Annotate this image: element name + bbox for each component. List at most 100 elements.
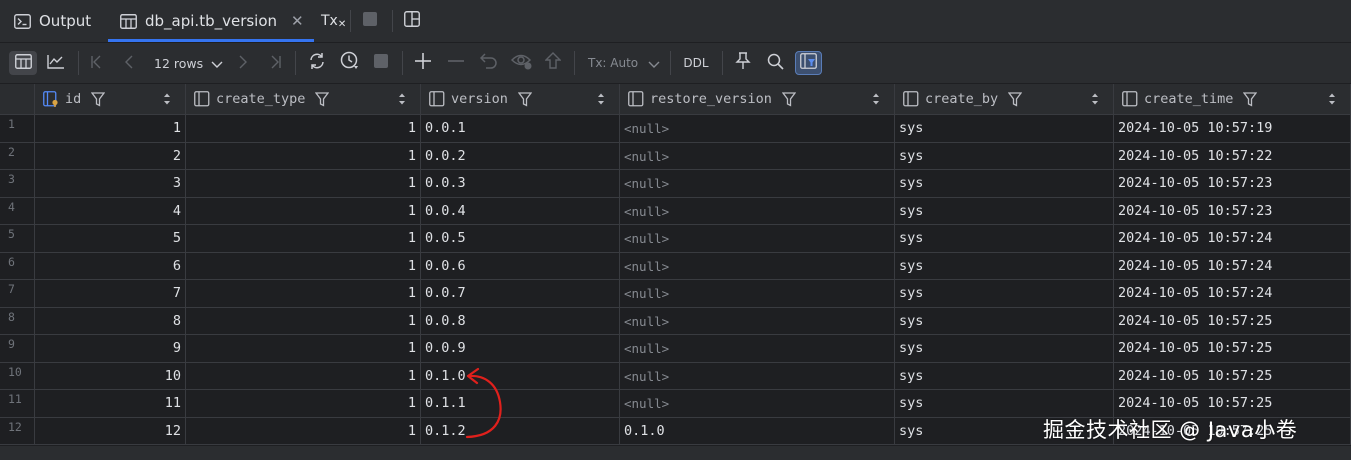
table-row[interactable]: 7 7 1 0.0.7 <null> sys 2024-10-05 10:57:24 — [0, 280, 1351, 308]
cell-restore-version[interactable]: <null> — [620, 280, 895, 308]
table-row[interactable]: 2 2 1 0.0.2 <null> sys 2024-10-05 10:57:22 — [0, 142, 1351, 170]
add-row-button[interactable] — [410, 51, 436, 75]
cell-id[interactable]: 4 — [35, 197, 186, 225]
cell-version[interactable]: 0.0.1 — [421, 115, 620, 143]
search-button[interactable] — [763, 51, 787, 75]
cell-create-type[interactable]: 1 — [186, 197, 421, 225]
cell-create-by[interactable]: sys — [895, 142, 1114, 170]
value-viewer-toggle[interactable] — [795, 51, 822, 75]
transaction-tab-button[interactable]: Tx ✕ — [321, 0, 346, 42]
cell-create-type[interactable]: 1 — [186, 170, 421, 198]
page-size-dropdown[interactable]: 12 rows — [148, 51, 228, 75]
refresh-button[interactable] — [304, 51, 330, 75]
cell-create-time[interactable]: 2024-10-05 10:57:23 — [1114, 170, 1351, 198]
column-header-restore-version[interactable]: restore_version — [620, 84, 895, 115]
cell-version[interactable]: 0.0.8 — [421, 307, 620, 335]
cell-id[interactable]: 7 — [35, 280, 186, 308]
sort-icon[interactable] — [597, 92, 605, 106]
cell-version[interactable]: 0.1.1 — [421, 390, 620, 418]
cell-version[interactable]: 0.0.3 — [421, 170, 620, 198]
pin-tab-button[interactable] — [731, 51, 755, 75]
cell-create-time[interactable]: 2024-10-05 10:57:24 — [1114, 280, 1351, 308]
cell-create-by[interactable]: sys — [895, 307, 1114, 335]
cell-restore-version[interactable]: <null> — [620, 197, 895, 225]
cell-create-time[interactable]: 2024-10-05 10:57:19 — [1114, 115, 1351, 143]
table-row[interactable]: 4 4 1 0.0.4 <null> sys 2024-10-05 10:57:23 — [0, 197, 1351, 225]
column-header-create-by[interactable]: create_by — [895, 84, 1114, 115]
cell-restore-version[interactable]: <null> — [620, 170, 895, 198]
cell-restore-version[interactable]: <null> — [620, 390, 895, 418]
table-row[interactable]: 3 3 1 0.0.3 <null> sys 2024-10-05 10:57:23 — [0, 170, 1351, 198]
filter-icon[interactable] — [517, 91, 532, 107]
cell-version[interactable]: 0.0.9 — [421, 335, 620, 363]
revert-button[interactable] — [476, 51, 502, 75]
cell-create-by[interactable]: sys — [895, 225, 1114, 253]
cell-version[interactable]: 0.0.7 — [421, 280, 620, 308]
cell-create-type[interactable]: 1 — [186, 115, 421, 143]
auto-refresh-button[interactable] — [337, 51, 363, 75]
cell-create-time[interactable]: 2024-10-05 10:57:25 — [1114, 335, 1351, 363]
cell-restore-version[interactable]: <null> — [620, 252, 895, 280]
cell-version[interactable]: 0.0.4 — [421, 197, 620, 225]
cell-create-type[interactable]: 1 — [186, 335, 421, 363]
cell-create-by[interactable]: sys — [895, 197, 1114, 225]
column-header-version[interactable]: version — [421, 84, 620, 115]
cell-create-by[interactable]: sys — [895, 362, 1114, 390]
cell-create-type[interactable]: 1 — [186, 362, 421, 390]
filter-icon[interactable] — [315, 91, 330, 107]
last-page-button[interactable] — [264, 51, 286, 75]
cell-id[interactable]: 3 — [35, 170, 186, 198]
cell-id[interactable]: 2 — [35, 142, 186, 170]
column-header-create-type[interactable]: create_type — [186, 84, 421, 115]
table-row[interactable]: 10 10 1 0.1.0 <null> sys 2024-10-05 10:57:25 — [0, 362, 1351, 390]
sort-icon[interactable] — [163, 92, 171, 106]
cell-id[interactable]: 8 — [35, 307, 186, 335]
ddl-button[interactable]: DDL — [678, 51, 714, 75]
table-view-button[interactable] — [9, 51, 37, 75]
column-header-create-time[interactable]: create_time — [1114, 84, 1351, 115]
stop-square-button[interactable] — [362, 0, 378, 42]
cell-create-by[interactable]: sys — [895, 170, 1114, 198]
sort-icon[interactable] — [1328, 92, 1336, 106]
cell-restore-version[interactable]: <null> — [620, 115, 895, 143]
cell-create-type[interactable]: 1 — [186, 417, 421, 445]
split-layout-button[interactable] — [404, 0, 420, 42]
cell-create-time[interactable]: 2024-10-05 10:57:25 — [1114, 307, 1351, 335]
cell-restore-version[interactable]: <null> — [620, 307, 895, 335]
next-page-button[interactable] — [232, 51, 254, 75]
cell-restore-version[interactable]: <null> — [620, 225, 895, 253]
cell-version[interactable]: 0.0.5 — [421, 225, 620, 253]
cell-create-type[interactable]: 1 — [186, 142, 421, 170]
filter-icon[interactable] — [781, 91, 796, 107]
table-row[interactable]: 6 6 1 0.0.6 <null> sys 2024-10-05 10:57:24 — [0, 252, 1351, 280]
cell-version[interactable]: 0.1.0 — [421, 362, 620, 390]
table-row[interactable]: 5 5 1 0.0.5 <null> sys 2024-10-05 10:57:24 — [0, 225, 1351, 253]
cell-create-time[interactable]: 2024-10-05 10:57:24 — [1114, 225, 1351, 253]
cell-restore-version[interactable]: 0.1.0 — [620, 417, 895, 445]
cell-restore-version[interactable]: <null> — [620, 362, 895, 390]
transaction-mode-dropdown[interactable]: Tx: Auto — [584, 51, 664, 75]
chart-view-button[interactable] — [42, 51, 70, 75]
cell-id[interactable]: 11 — [35, 390, 186, 418]
table-row[interactable]: 8 8 1 0.0.8 <null> sys 2024-10-05 10:57:25 — [0, 307, 1351, 335]
cell-id[interactable]: 5 — [35, 225, 186, 253]
close-icon[interactable]: ✕ — [291, 12, 304, 30]
sort-icon[interactable] — [398, 92, 406, 106]
cell-id[interactable]: 12 — [35, 417, 186, 445]
table-row[interactable]: 1 1 1 0.0.1 <null> sys 2024-10-05 10:57:19 — [0, 115, 1351, 143]
sort-icon[interactable] — [872, 92, 880, 106]
cell-create-by[interactable]: sys — [895, 252, 1114, 280]
cell-create-time[interactable]: 2024-10-05 10:57:22 — [1114, 142, 1351, 170]
cell-id[interactable]: 10 — [35, 362, 186, 390]
sort-icon[interactable] — [1091, 92, 1099, 106]
submit-button[interactable] — [542, 51, 564, 75]
cell-create-time[interactable]: 2024-10-05 10:57:25 — [1114, 362, 1351, 390]
tab-db-api-tb-version[interactable]: db_api.tb_version ✕ — [108, 0, 314, 42]
first-page-button[interactable] — [86, 51, 108, 75]
filter-icon[interactable] — [91, 91, 106, 107]
cell-restore-version[interactable]: <null> — [620, 335, 895, 363]
cell-create-time[interactable]: 2024-10-05 10:57:24 — [1114, 252, 1351, 280]
cell-restore-version[interactable]: <null> — [620, 142, 895, 170]
cell-version[interactable]: 0.0.2 — [421, 142, 620, 170]
column-header-id[interactable]: id — [35, 84, 186, 115]
